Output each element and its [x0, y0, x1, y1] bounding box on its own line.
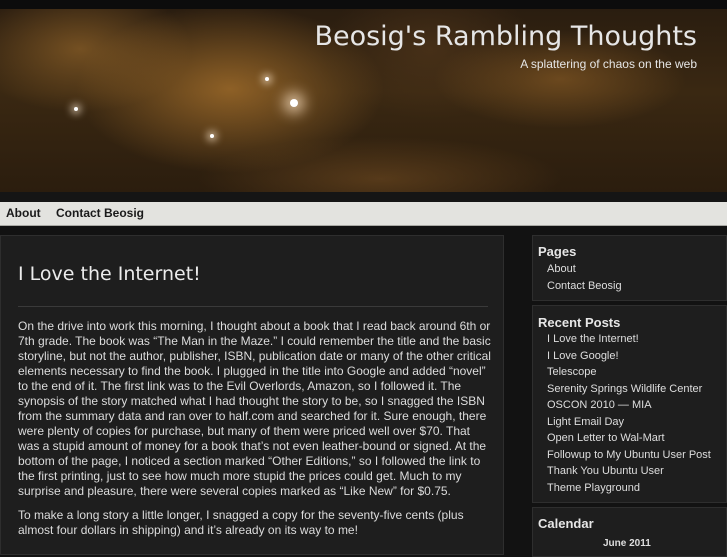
- post-panel: I Love the Internet! On the drive into w…: [0, 235, 504, 555]
- recent-post-link[interactable]: Theme Playground: [547, 480, 711, 497]
- recent-post-link[interactable]: I Love Google!: [547, 348, 711, 365]
- site-title[interactable]: Beosig's Rambling Thoughts: [314, 21, 697, 52]
- widget-title-pages: Pages: [538, 244, 577, 259]
- post-divider: [18, 306, 488, 307]
- nebula-star-icon: [210, 134, 214, 138]
- post-paragraph: On the drive into work this morning, I t…: [18, 319, 491, 498]
- calendar-month: June 2011: [603, 538, 651, 549]
- nav-item-about[interactable]: About: [6, 206, 41, 220]
- recent-post-link[interactable]: OSCON 2010 — MIA: [547, 397, 711, 414]
- widget-title-calendar: Calendar: [538, 516, 594, 531]
- nebula-star-icon: [265, 77, 269, 81]
- recent-post-link[interactable]: Open Letter to Wal-Mart: [547, 430, 711, 447]
- header-separator: [0, 192, 727, 202]
- post-body: On the drive into work this morning, I t…: [18, 319, 492, 547]
- post-title[interactable]: I Love the Internet!: [18, 263, 201, 285]
- site-tagline: A splattering of chaos on the web: [520, 57, 697, 71]
- recent-post-link[interactable]: Light Email Day: [547, 414, 711, 431]
- recent-post-link[interactable]: I Love the Internet!: [547, 331, 711, 348]
- pages-list: About Contact Beosig: [547, 261, 622, 294]
- nebula-star-icon: [74, 107, 78, 111]
- recent-posts-list: I Love the Internet! I Love Google! Tele…: [547, 331, 711, 496]
- nav-item-contact[interactable]: Contact Beosig: [56, 206, 144, 220]
- recent-post-link[interactable]: Telescope: [547, 364, 711, 381]
- post-paragraph: To make a long story a little longer, I …: [18, 508, 464, 537]
- recent-post-link[interactable]: Serenity Springs Wildlife Center: [547, 381, 711, 398]
- nebula-star-icon: [290, 99, 298, 107]
- recent-post-link[interactable]: Thank You Ubuntu User: [547, 463, 711, 480]
- recent-post-link[interactable]: Followup to My Ubuntu User Post: [547, 447, 711, 464]
- widget-pages: Pages About Contact Beosig: [532, 235, 727, 301]
- pages-item-contact[interactable]: Contact Beosig: [547, 278, 622, 295]
- top-edge: [0, 0, 727, 9]
- main-nav: About Contact Beosig: [0, 202, 727, 226]
- pages-item-about[interactable]: About: [547, 261, 622, 278]
- site-header: Beosig's Rambling Thoughts A splattering…: [0, 9, 727, 192]
- widget-calendar: Calendar June 2011: [532, 507, 727, 557]
- widget-recent-posts: Recent Posts I Love the Internet! I Love…: [532, 305, 727, 503]
- widget-title-recent-posts: Recent Posts: [538, 315, 621, 330]
